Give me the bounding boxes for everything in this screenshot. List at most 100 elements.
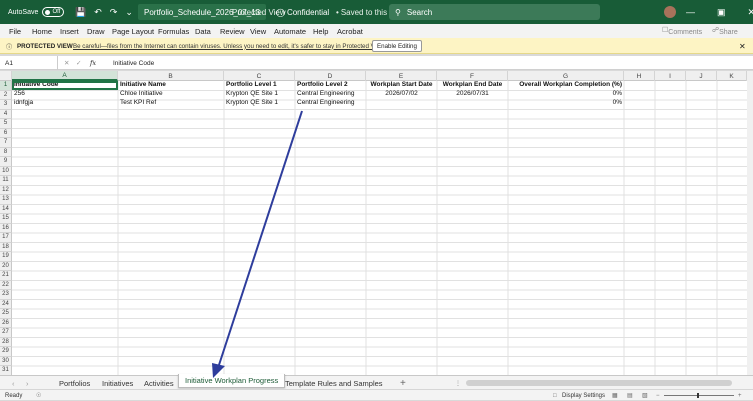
tab-initiative-workplan-progress[interactable]: Initiative Workplan Progress [178, 374, 286, 388]
sensitivity-label[interactable]: ◯ Confidential [276, 0, 329, 24]
row-header[interactable]: 15 [0, 214, 12, 224]
row-header[interactable]: 20 [0, 261, 12, 271]
column-header-g[interactable]: G [508, 71, 624, 81]
zoom-slider[interactable] [664, 395, 734, 396]
menu-acrobat[interactable]: Acrobat [337, 27, 363, 36]
enable-editing-button[interactable]: Enable Editing [372, 40, 422, 52]
row-header[interactable]: 21 [0, 271, 12, 281]
row-header[interactable]: 17 [0, 233, 12, 243]
header-workplan-end[interactable]: Workplan End Date [437, 81, 508, 89]
zoom-in-icon[interactable]: + [738, 390, 742, 401]
menu-page-layout[interactable]: Page Layout [112, 27, 154, 36]
header-completion[interactable]: Overall Workplan Completion (%) [508, 81, 624, 89]
menu-data[interactable]: Data [195, 27, 211, 36]
row-header[interactable]: 8 [0, 147, 12, 157]
page-layout-view-icon[interactable]: ▤ [627, 390, 633, 401]
row-header[interactable]: 4 [0, 109, 12, 119]
table-cell[interactable] [437, 99, 508, 107]
header-initiative-name[interactable]: Initiative Name [118, 81, 224, 89]
header-portfolio-level-2[interactable]: Portfolio Level 2 [295, 81, 366, 89]
table-cell[interactable]: 256 [12, 90, 118, 98]
tab-portfolios[interactable]: Portfolios [59, 376, 90, 390]
table-cell[interactable]: idnfgja [12, 99, 118, 107]
menu-view[interactable]: View [250, 27, 266, 36]
restore-icon[interactable]: ▣ [717, 7, 726, 18]
next-sheet-icon[interactable]: › [26, 376, 29, 390]
row-header[interactable]: 27 [0, 328, 12, 338]
menu-home[interactable]: Home [32, 27, 52, 36]
row-header[interactable]: 22 [0, 280, 12, 290]
tab-initiatives[interactable]: Initiatives [102, 376, 133, 390]
autosave[interactable]: AutoSave Off [8, 0, 65, 24]
row-header[interactable]: 16 [0, 223, 12, 233]
row-header[interactable]: 3 [0, 100, 12, 110]
name-box[interactable]: A1 [2, 56, 58, 70]
row-header[interactable]: 11 [0, 176, 12, 186]
cancel-icon[interactable]: ✕ [64, 56, 69, 70]
prev-sheet-icon[interactable]: ‹ [12, 376, 15, 390]
row-header[interactable]: 25 [0, 309, 12, 319]
column-header-e[interactable]: E [366, 71, 437, 81]
undo-icon[interactable]: ↶ [94, 7, 102, 18]
normal-view-icon[interactable]: ▦ [612, 390, 618, 401]
table-cell[interactable]: 2026/07/02 [366, 90, 437, 98]
table-cell[interactable]: Chloe Initiative [118, 90, 224, 98]
select-all-corner[interactable] [0, 71, 12, 81]
tab-scroll-icon[interactable]: ⋮ [455, 376, 461, 390]
page-break-view-icon[interactable]: ▧ [642, 390, 648, 401]
column-header-b[interactable]: B [118, 71, 224, 81]
column-header-c[interactable]: C [224, 71, 295, 81]
more-icon[interactable]: ⌄ [125, 7, 133, 18]
vertical-scrollbar[interactable] [747, 71, 753, 375]
row-header[interactable]: 12 [0, 185, 12, 195]
row-header[interactable]: 9 [0, 157, 12, 167]
redo-icon[interactable]: ↷ [110, 7, 118, 18]
menu-insert[interactable]: Insert [60, 27, 79, 36]
row-header[interactable]: 13 [0, 195, 12, 205]
column-header-a[interactable]: A [12, 71, 118, 81]
tab-activities[interactable]: Activities [144, 376, 174, 390]
row-header[interactable]: 31 [0, 366, 12, 375]
tab-template-rules-and-samples[interactable]: Template Rules and Samples [285, 376, 383, 390]
menu-review[interactable]: Review [220, 27, 245, 36]
row-header[interactable]: 26 [0, 318, 12, 328]
row-header[interactable]: 10 [0, 166, 12, 176]
worksheet-grid[interactable]: A B C D E F G H I J K 1 2 3 4 5 6 7 8 9 10 11 12 13 1… [0, 71, 747, 375]
table-cell[interactable] [366, 99, 437, 107]
autosave-toggle[interactable]: Off [42, 7, 65, 17]
column-header-d[interactable]: D [295, 71, 366, 81]
search-box[interactable]: ⚲ Search [389, 4, 600, 20]
row-header[interactable]: 7 [0, 138, 12, 148]
formula-input[interactable]: Initiative Code [113, 56, 154, 70]
row-header[interactable]: 5 [0, 119, 12, 129]
horizontal-scrollbar[interactable] [466, 380, 732, 386]
comments-button[interactable]: ☐ Comments [662, 26, 702, 36]
column-header-k[interactable]: K [717, 71, 747, 81]
row-header[interactable]: 6 [0, 128, 12, 138]
table-cell[interactable]: Krypton QE Site 1 [224, 99, 295, 107]
share-button[interactable]: ☍ Share [712, 26, 738, 36]
table-cell[interactable]: 2026/07/31 [437, 90, 508, 98]
zoom-out-icon[interactable]: − [656, 390, 660, 401]
menu-automate[interactable]: Automate [274, 27, 306, 36]
avatar[interactable] [664, 6, 676, 18]
add-sheet-icon[interactable]: + [400, 376, 406, 390]
column-header-i[interactable]: I [655, 71, 686, 81]
row-header[interactable]: 19 [0, 252, 12, 262]
minimize-icon[interactable]: — [686, 7, 695, 17]
display-settings-button[interactable]: Display Settings [562, 390, 605, 401]
menu-formulas[interactable]: Formulas [158, 27, 189, 36]
table-cell[interactable]: 0% [508, 99, 624, 107]
protected-view-message[interactable]: Be careful—files from the Internet can c… [73, 38, 385, 54]
zoom-slider-thumb[interactable] [697, 393, 699, 398]
table-cell[interactable]: Test KPI Ref [118, 99, 224, 107]
accessibility-icon[interactable]: ☉ [36, 390, 41, 401]
column-header-f[interactable]: F [437, 71, 508, 81]
row-header[interactable]: 24 [0, 299, 12, 309]
table-cell[interactable]: Krypton QE Site 1 [224, 90, 295, 98]
row-header[interactable]: 23 [0, 290, 12, 300]
row-header[interactable]: 1 [0, 81, 12, 91]
column-header-h[interactable]: H [624, 71, 655, 81]
row-header[interactable]: 18 [0, 242, 12, 252]
table-cell[interactable]: Central Engineering [295, 90, 366, 98]
